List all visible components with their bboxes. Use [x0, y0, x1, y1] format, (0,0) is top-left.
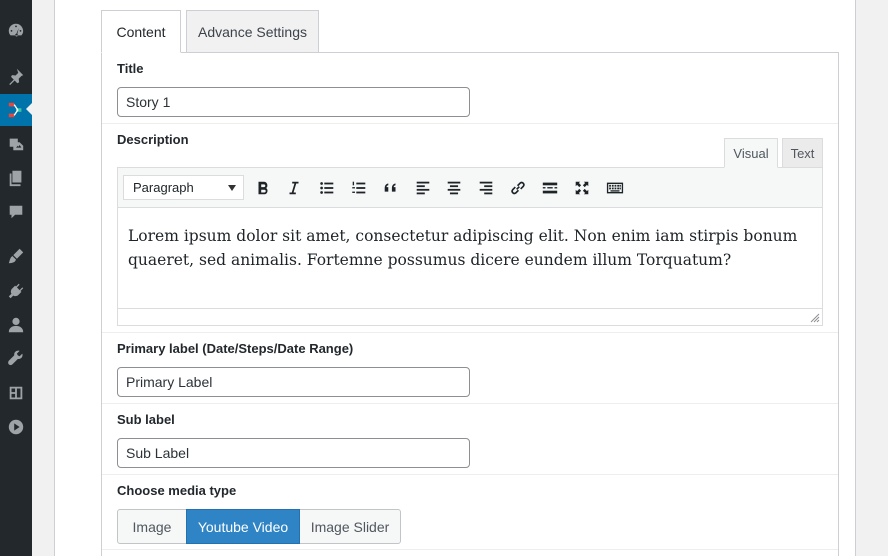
media-type-label: Choose media type	[117, 483, 237, 498]
tab-advance-settings[interactable]: Advance Settings	[186, 10, 319, 53]
italic-icon[interactable]	[284, 178, 304, 198]
settings-icon[interactable]	[0, 378, 32, 408]
blockquote-icon[interactable]	[381, 178, 401, 198]
pin-icon[interactable]	[0, 61, 32, 91]
sub-label-label: Sub label	[117, 412, 175, 427]
editor-tab-text[interactable]: Text	[782, 138, 823, 168]
admin-sidebar	[0, 0, 32, 556]
appearance-icon[interactable]	[0, 241, 32, 271]
link-icon[interactable]	[508, 178, 528, 198]
tab-content[interactable]: Content	[101, 10, 181, 53]
divider	[102, 403, 838, 404]
divider	[102, 332, 838, 333]
divider	[102, 549, 838, 550]
align-left-icon[interactable]	[413, 178, 433, 198]
users-icon[interactable]	[0, 310, 32, 340]
tools-icon[interactable]	[0, 344, 32, 374]
dashboard-icon[interactable]	[0, 15, 32, 45]
media-type-image-button[interactable]: Image	[117, 509, 187, 544]
resize-handle-icon[interactable]	[810, 313, 820, 323]
divider	[102, 123, 838, 124]
media-type-slider-button[interactable]: Image Slider	[299, 509, 401, 544]
title-input[interactable]	[117, 87, 470, 117]
comments-icon[interactable]	[0, 197, 32, 227]
toolbar-toggle-icon[interactable]	[604, 178, 626, 198]
bold-icon[interactable]	[253, 178, 273, 198]
pages-icon[interactable]	[0, 163, 32, 193]
editor-content[interactable]: Lorem ipsum dolor sit amet, consectetur …	[128, 224, 808, 272]
numbered-list-icon[interactable]	[349, 178, 369, 198]
bullet-list-icon[interactable]	[317, 178, 337, 198]
plugins-icon[interactable]	[0, 276, 32, 306]
chevron-down-icon	[228, 185, 236, 191]
sub-label-input[interactable]	[117, 438, 470, 468]
description-label: Description	[117, 132, 189, 147]
primary-label-label: Primary label (Date/Steps/Date Range)	[117, 341, 354, 356]
align-center-icon[interactable]	[444, 178, 464, 198]
timeline-plugin-icon[interactable]	[0, 94, 32, 126]
editor-statusbar	[118, 308, 822, 325]
read-more-icon[interactable]	[540, 178, 560, 198]
media-type-youtube-button[interactable]: Youtube Video	[186, 509, 300, 544]
play-icon[interactable]	[0, 412, 32, 442]
title-label: Title	[117, 61, 144, 76]
divider	[102, 474, 838, 475]
align-right-icon[interactable]	[476, 178, 496, 198]
fullscreen-icon[interactable]	[572, 178, 592, 198]
media-icon[interactable]	[0, 129, 32, 159]
format-select[interactable]: Paragraph	[123, 175, 244, 200]
editor-tab-visual[interactable]: Visual	[724, 138, 778, 168]
primary-label-input[interactable]	[117, 367, 470, 397]
format-select-value: Paragraph	[133, 180, 194, 195]
